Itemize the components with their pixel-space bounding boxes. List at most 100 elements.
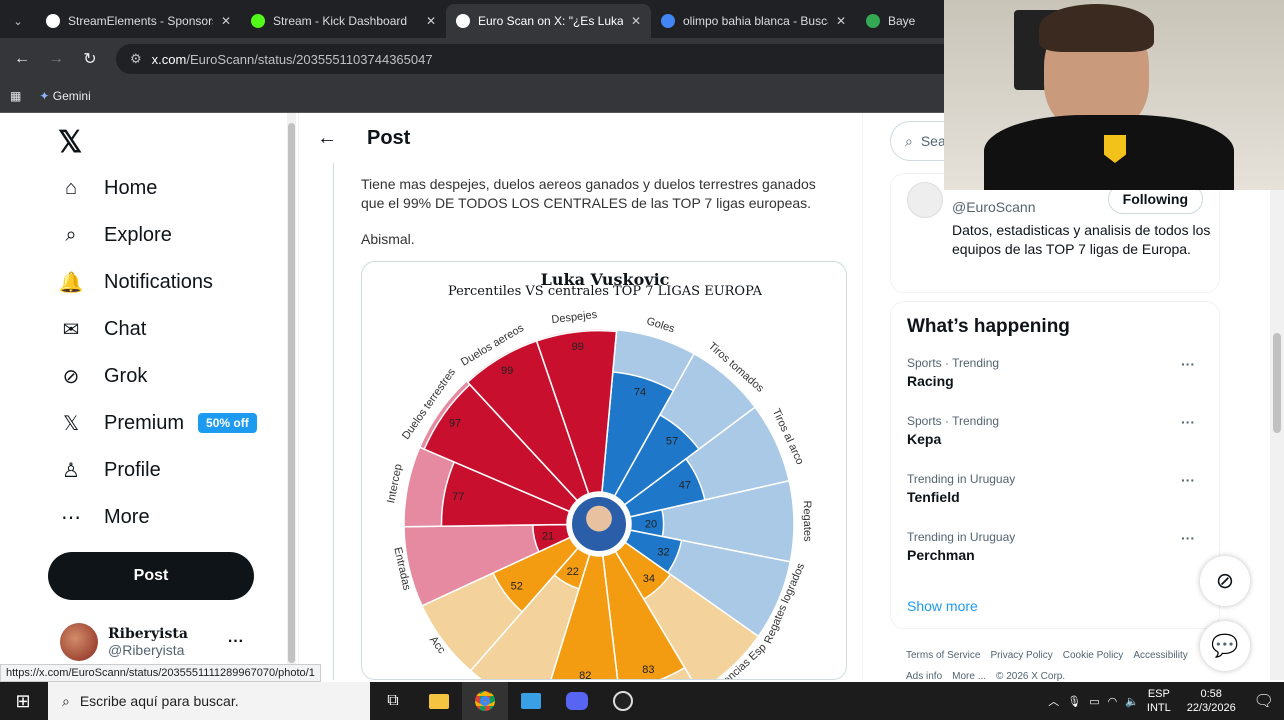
whats-happening-panel: What’s happening Sports · Trending Racing… [890,301,1220,629]
more-dots-icon[interactable]: ··· [1181,414,1195,430]
browser-tab[interactable]: olimpo bahia blanca - Busca ✕ [651,4,856,38]
nav-item-grok[interactable]: ⊘ Grok [58,363,148,389]
trend-item[interactable]: Trending in Uruguay Perchman ··· [907,530,1207,563]
taskbar-search-input[interactable]: ⌕ Escribe aquí para buscar. [48,682,370,720]
clock[interactable]: 0:58 22/3/2026 [1187,687,1236,715]
profile-handle[interactable]: @EuroScann [952,199,1035,215]
tray-wifi-icon[interactable]: ◠ [1108,695,1118,708]
home-icon: ⌂ [64,176,78,199]
account-switcher[interactable]: Riberyista @Riberyista ··· [60,623,244,661]
nav-item-premium[interactable]: 𝕏 Premium 50% off [58,410,257,436]
grok-fab-icon[interactable]: ⊘ [1200,556,1250,606]
x-logo-icon[interactable]: 𝕏 [58,125,82,160]
browser-tab[interactable]: Stream - Kick Dashboard ✕ [241,4,446,38]
footer-link[interactable]: © 2026 X Corp. [996,671,1065,682]
tray-volume-icon[interactable]: 🔈 [1125,695,1139,708]
close-tab-icon[interactable]: ✕ [836,14,846,28]
search-icon: ⌕ [905,132,913,149]
bookmark-gemini[interactable]: ✦ Gemini [39,89,90,103]
chat-fab-icon[interactable]: 💬 [1200,621,1250,671]
footer-link[interactable]: Accessibility [1133,650,1187,661]
webcam-hair [1039,4,1154,52]
windows-start-icon[interactable]: ⊞ [0,682,46,720]
obs-icon[interactable] [600,682,646,720]
tray-battery-icon[interactable]: ▭ [1089,695,1099,708]
more-dots-icon[interactable]: ··· [1181,530,1195,546]
url-host: x.com [151,51,187,67]
profile-card: Following @EuroScann Datos, estadisticas… [890,173,1220,293]
footer-link[interactable]: Terms of Service [906,650,980,661]
grok-icon: ⊘ [62,365,80,388]
back-arrow-icon[interactable]: ← [317,127,337,150]
chart-value-label: 32 [657,547,669,559]
notifications-icon[interactable]: 🗨 [1254,691,1274,711]
trend-name: Tenfield [907,489,960,505]
nav-item-label: More [104,505,150,528]
file-explorer-icon[interactable] [416,682,462,720]
chart-value-label: 34 [643,573,655,585]
nav-scrollbar[interactable] [287,113,296,680]
chart-value-label: 21 [542,531,554,543]
browser-tab[interactable]: Euro Scan on X: "¿Es Luka V ✕ [446,4,651,38]
chart-value-label: 47 [679,479,691,491]
browser-tab[interactable]: Bayern M [856,4,926,38]
reload-icon[interactable]: ↻ [76,45,104,73]
post-button[interactable]: Post [48,552,254,600]
page-scrollbar[interactable] [1270,113,1284,680]
chart-value-label: 20 [645,518,657,530]
site-info-icon[interactable]: ⚙ [130,51,142,67]
apps-grid-icon[interactable]: ▦ [10,89,21,103]
footer-link[interactable]: Cookie Policy [1063,650,1124,661]
tray-mic-icon[interactable]: 🎙 [1067,695,1081,708]
chart-value-label: 52 [511,581,523,593]
footer-link[interactable]: More ... [952,671,986,682]
close-tab-icon[interactable]: ✕ [221,14,231,28]
tab-title: Euro Scan on X: "¿Es Luka V [478,14,623,28]
more-dots-icon[interactable]: ··· [228,633,244,651]
chart-category-label: Despejes [551,309,598,326]
main-column: ← Post Tiene mas despejes, duelos aereos… [298,113,863,680]
back-icon[interactable]: ← [8,45,36,73]
gemini-icon: ✦ [39,89,50,103]
show-more-link[interactable]: Show more [907,598,978,614]
close-tab-icon[interactable]: ✕ [631,14,641,28]
more-dots-icon[interactable]: ··· [1181,472,1195,488]
browser-tab[interactable]: StreamElements - Sponsorsh ✕ [36,4,241,38]
trend-item[interactable]: Sports · Trending Racing ··· [907,356,1207,389]
tab-title: Stream - Kick Dashboard [273,14,408,28]
profile-avatar[interactable] [907,182,943,218]
footer-link[interactable]: Ads info [906,671,942,682]
nav-item-profile[interactable]: ♙ Profile [58,457,161,483]
trend-item[interactable]: Sports · Trending Kepa ··· [907,414,1207,447]
nav-item-home[interactable]: ⌂ Home [58,175,157,201]
x-icon [456,14,470,28]
footer-link[interactable]: Privacy Policy [990,650,1052,661]
chrome-icon[interactable] [462,682,508,720]
chart-image[interactable]: Luka Vuskovic Percentiles VS centrales T… [361,261,847,680]
nav-item-explore[interactable]: ⌕ Explore [58,222,172,248]
chart-value-label: 22 [567,566,579,578]
nav-item-label: Notifications [104,270,213,293]
nav-item-chat[interactable]: ✉ Chat [58,316,147,342]
nav-item-notifications[interactable]: 🔔 Notifications [58,269,213,295]
chart-category-label: Goles [645,315,676,335]
post-header: ← Post [299,113,864,163]
tab-search-button[interactable]: ⌄ [0,4,36,38]
nav-item-more[interactable]: ⋯ More [58,504,150,530]
avatar [60,623,98,661]
system-tray: ︿ 🎙 ▭ ◠ 🔈 ESP INTL 0:58 22/3/2026 🗨 [1048,682,1284,720]
task-view-icon[interactable]: ⧉ [370,682,416,720]
tab-strip: StreamElements - Sponsorsh ✕ Stream - Kick… [36,4,926,38]
language-indicator[interactable]: ESP INTL [1147,687,1171,715]
store-icon[interactable] [508,682,554,720]
close-tab-icon[interactable]: ✕ [426,14,436,28]
trend-item[interactable]: Trending in Uruguay Tenfield ··· [907,472,1207,505]
url-field[interactable]: ⚙ x.com/EuroScann/status/203555110374436… [116,44,1016,74]
page-title: Post [367,126,411,149]
nav-item-label: Explore [104,223,172,246]
discord-icon[interactable] [554,682,600,720]
tray-chevron-icon[interactable]: ︿ [1048,693,1059,709]
more-dots-icon[interactable]: ··· [1181,356,1195,372]
forward-icon[interactable]: → [42,45,70,73]
trend-category: Trending in Uruguay [907,530,1016,544]
